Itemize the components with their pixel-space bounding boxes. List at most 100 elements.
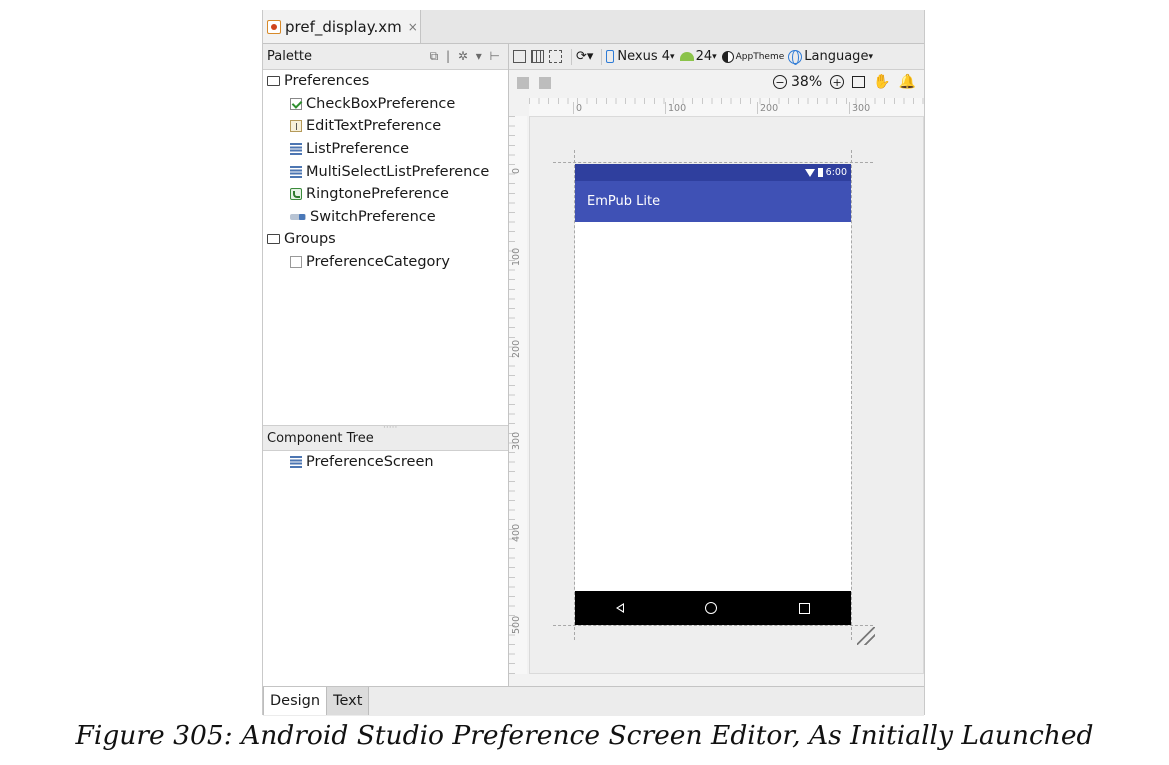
ide-window: pref_display.xm × Palette ⧉ | ✲ ▾ ⊢ Pref… [262,10,925,716]
zoom-out-icon[interactable]: − [773,75,787,89]
globe-icon [788,49,803,65]
app-bar: EmPub Lite [575,181,851,222]
orientation-icon[interactable]: ⟳▾ [576,49,593,64]
tab-text[interactable]: Text [327,687,370,715]
pan-hand-icon[interactable]: ✋ [873,74,890,90]
horizontal-ruler: 0 100 200 300 [529,98,924,116]
editor-mode-tabs: Design Text [263,686,924,716]
device-selector[interactable]: Nexus 4 ▾ [606,49,675,64]
ruler-label: 100 [511,247,522,266]
palette-item-switchpreference[interactable]: SwitchPreference [263,206,508,229]
component-tree-item-preferencescreen[interactable]: PreferenceScreen [263,451,508,474]
list-icon [290,456,302,469]
toolbar-divider [571,48,572,65]
back-icon [615,603,624,613]
palette-item-preferencecategory[interactable]: PreferenceCategory [263,251,508,274]
text-field-icon [290,120,302,133]
guide-line [553,625,873,626]
ruler-label: 0 [573,102,582,114]
editor-tab[interactable]: pref_display.xm × [263,10,421,43]
language-label: Language [804,49,869,64]
api-label: 24 [695,49,713,64]
list-icon [290,143,302,156]
palette-item-label: EditTextPreference [306,118,442,135]
palette-item-label: MultiSelectListPreference [306,163,490,180]
home-icon [705,602,718,614]
vertical-ruler: 0 100 200 300 400 500 [509,116,527,674]
ruler-label: 200 [511,339,522,358]
palette-item-label: SwitchPreference [310,208,436,225]
toolbar-divider [601,48,603,65]
palette-item-label: PreferenceCategory [306,254,450,271]
phone-icon [290,188,302,201]
ruler-label: 100 [665,102,686,114]
folder-icon [267,234,280,245]
palette-item-label: RingtonePreference [306,186,449,203]
navigation-bar [575,591,851,625]
recents-icon [799,602,811,614]
ruler-label: 300 [849,102,870,114]
toggle-margins-icon[interactable] [517,77,529,89]
category-label: Preferences [284,73,370,90]
component-tree-item-label: PreferenceScreen [306,454,434,471]
guide-line [851,150,852,640]
device-preview[interactable]: 6:00 EmPub Lite [575,164,851,625]
theme-selector[interactable]: AppTheme [721,50,784,63]
wifi-icon [804,168,815,177]
ruler-label: 200 [757,102,778,114]
resize-handle-icon[interactable] [857,627,875,645]
palette-item-label: CheckBoxPreference [306,95,456,112]
close-tab-icon[interactable]: × [408,20,418,34]
palette-tools-icon[interactable]: ⧉ | ✲ ▾ ⊢ [430,49,502,64]
design-view-icon[interactable] [513,50,526,63]
palette-header: Palette ⧉ | ✲ ▾ ⊢ [263,44,508,70]
zoom-bar: − 38% + ✋ 🔔 [509,70,924,96]
ruler-label: 400 [511,523,522,542]
status-time: 6:00 [825,167,847,178]
palette-item-ringtonepreference[interactable]: RingtonePreference [263,183,508,206]
palette-item-edittextpreference[interactable]: EditTextPreference [263,115,508,138]
notifications-icon[interactable]: 🔔 [899,74,916,90]
android-icon [679,52,694,61]
palette-category-preferences[interactable]: Preferences [263,70,508,93]
category-icon [290,256,302,269]
ruler-label: 500 [511,615,522,634]
category-label: Groups [284,231,336,248]
app-title: EmPub Lite [587,194,661,209]
palette-title: Palette [267,49,313,64]
left-panel: Palette ⧉ | ✲ ▾ ⊢ Preferences CheckBoxPr… [263,44,509,686]
zoom-to-fit-icon[interactable] [852,76,866,88]
device-label: Nexus 4 [617,49,671,64]
checkbox-icon [290,97,302,110]
component-tree-header: ····· Component Tree [263,423,508,451]
zoom-level: 38% [791,74,823,90]
editor-tab-filename: pref_display.xm [285,17,402,36]
folder-icon [267,76,280,87]
layout-mode-icon[interactable] [549,50,562,63]
battery-icon [817,168,823,177]
guide-line [553,162,873,163]
toggle-grid-icon[interactable] [539,77,551,89]
phone-icon [606,50,615,63]
xml-file-icon [267,19,281,34]
ruler-label: 300 [511,431,522,450]
palette-item-checkboxpreference[interactable]: CheckBoxPreference [263,93,508,116]
language-selector[interactable]: Language ▾ [788,49,873,65]
component-tree-title: Component Tree [267,430,374,446]
figure-caption: Figure 305: Android Studio Preference Sc… [75,720,1094,751]
palette-item-multiselectlistpreference[interactable]: MultiSelectListPreference [263,160,508,183]
theme-icon [721,50,734,63]
palette-category-groups[interactable]: Groups [263,228,508,251]
switch-icon [290,213,306,220]
splitter-grip-icon[interactable]: ····· [383,423,397,433]
ruler-label: 0 [511,167,522,174]
palette-item-listpreference[interactable]: ListPreference [263,138,508,161]
design-toolbar: ⟳▾ Nexus 4 ▾ 24 ▾ AppTheme Language ▾ [509,44,924,70]
zoom-in-icon[interactable]: + [830,75,845,89]
api-selector[interactable]: 24 ▾ [679,49,717,64]
component-tree: PreferenceScreen [263,451,508,474]
blueprint-view-icon[interactable] [531,50,544,63]
status-bar: 6:00 [575,164,851,181]
palette-item-label: ListPreference [306,141,410,158]
tab-design[interactable]: Design [263,687,328,715]
